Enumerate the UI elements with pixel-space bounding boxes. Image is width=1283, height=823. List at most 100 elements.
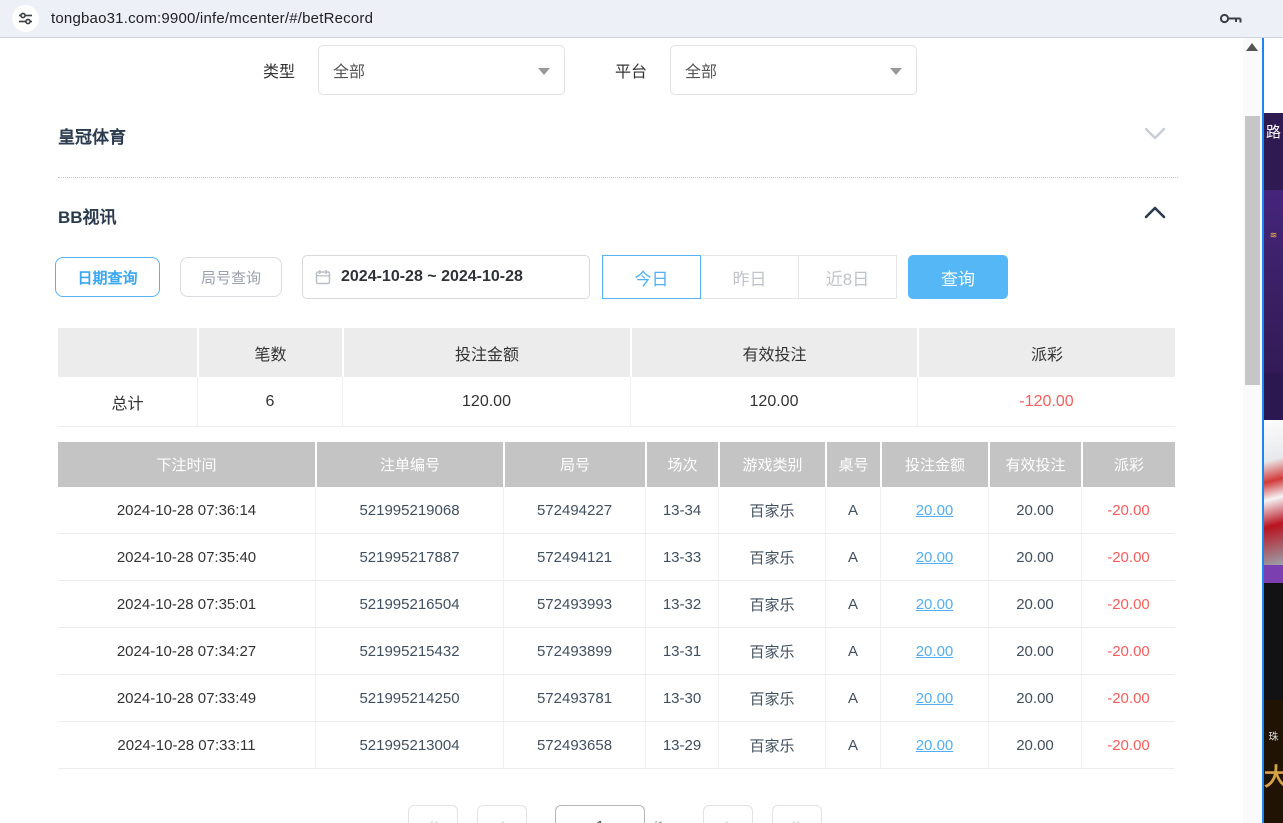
first-page-icon: « <box>427 814 438 823</box>
valid-bet: 20.00 <box>988 487 1081 533</box>
summary-header-cell <box>58 328 197 377</box>
table-number: A <box>825 534 880 580</box>
bet-amount-link[interactable]: 20.00 <box>916 690 954 707</box>
table-number: A <box>825 628 880 674</box>
round-query-tab[interactable]: 局号查询 <box>180 257 282 297</box>
calendar-icon <box>315 269 331 285</box>
session: 13-34 <box>645 487 718 533</box>
summary-bet-amount: 120.00 <box>342 377 630 426</box>
page-body: 类型 全部 平台 全部 皇冠体育 BB视讯 日期查询 局号查询 <box>0 38 1283 823</box>
bet-time: 2024-10-28 07:35:01 <box>58 581 315 627</box>
table-row: 2024-10-28 07:35:01 521995216504 5724939… <box>58 581 1175 628</box>
section-title-bb-video: BB视讯 <box>58 203 117 228</box>
payout: -20.00 <box>1081 628 1175 674</box>
bb-collapse-toggle[interactable] <box>1143 205 1167 224</box>
session: 13-31 <box>645 628 718 674</box>
sliver-purple-block <box>1264 565 1283 583</box>
order-number: 521995215432 <box>315 628 503 674</box>
scrollbar-thumb[interactable] <box>1245 116 1260 385</box>
session: 13-32 <box>645 581 718 627</box>
bet-amount-link[interactable]: 20.00 <box>916 596 954 613</box>
sliver-gold-big-text: 大 <box>1264 757 1283 792</box>
platform-select[interactable]: 全部 <box>670 45 917 95</box>
order-number: 521995213004 <box>315 722 503 768</box>
valid-bet: 20.00 <box>988 534 1081 580</box>
payout: -20.00 <box>1081 487 1175 533</box>
url-text[interactable]: tongbao31.com:9900/infe/mcenter/#/betRec… <box>51 10 373 27</box>
round-number: 572494121 <box>503 534 645 580</box>
site-settings-button[interactable] <box>12 5 39 32</box>
table-header-cell: 场次 <box>645 442 718 487</box>
game-type: 百家乐 <box>718 628 825 674</box>
crown-expand-toggle[interactable] <box>1143 127 1167 146</box>
tune-icon <box>18 11 33 26</box>
bet-amount-link[interactable]: 20.00 <box>916 737 954 754</box>
payout: -20.00 <box>1081 722 1175 768</box>
last-8-days-button[interactable]: 近8日 <box>798 255 897 299</box>
table-row: 2024-10-28 07:33:11 521995213004 5724936… <box>58 722 1175 769</box>
table-number: A <box>825 581 880 627</box>
sliver-blank <box>1264 38 1283 113</box>
date-range-input[interactable]: 2024-10-28 ~ 2024-10-28 <box>302 255 590 299</box>
table-header-cell: 有效投注 <box>988 442 1081 487</box>
search-button[interactable]: 查询 <box>908 255 1008 299</box>
next-page-icon: › <box>725 814 732 823</box>
page-total-label: /1 <box>653 818 665 823</box>
browser-url-bar: tongbao31.com:9900/infe/mcenter/#/betRec… <box>0 0 1283 38</box>
table-row: 2024-10-28 07:33:49 521995214250 5724937… <box>58 675 1175 722</box>
sliver-indigo-block <box>1264 373 1283 420</box>
round-number: 572493993 <box>503 581 645 627</box>
last-page-button[interactable]: » <box>772 805 822 823</box>
background-page-sliver: 路 ≋ 珠 大 <box>1262 38 1283 823</box>
bet-record-content: 类型 全部 平台 全部 皇冠体育 BB视讯 日期查询 局号查询 <box>0 38 1243 823</box>
table-header-row: 下注时间 注单编号 局号 场次 游戏类别 桌号 投注金额 有效投注 派彩 <box>58 442 1175 487</box>
today-button[interactable]: 今日 <box>602 255 701 299</box>
prev-page-icon: ‹ <box>499 814 506 823</box>
table-header-cell: 注单编号 <box>315 442 503 487</box>
session: 13-30 <box>645 675 718 721</box>
type-filter-label: 类型 <box>263 45 295 95</box>
bet-time: 2024-10-28 07:36:14 <box>58 487 315 533</box>
table-header-cell: 局号 <box>503 442 645 487</box>
date-query-tab[interactable]: 日期查询 <box>55 257 160 297</box>
bet-time: 2024-10-28 07:33:49 <box>58 675 315 721</box>
bet-amount-link[interactable]: 20.00 <box>916 643 954 660</box>
payout: -20.00 <box>1081 675 1175 721</box>
first-page-button[interactable]: « <box>408 805 458 823</box>
prev-page-button[interactable]: ‹ <box>477 805 527 823</box>
summary-table: 笔数 投注金额 有效投注 派彩 总计 6 120.00 120.00 -120.… <box>58 328 1175 427</box>
game-type: 百家乐 <box>718 675 825 721</box>
scroll-up-icon[interactable] <box>1246 43 1258 51</box>
game-type: 百家乐 <box>718 581 825 627</box>
round-number: 572493781 <box>503 675 645 721</box>
table-row: 2024-10-28 07:35:40 521995217887 5724941… <box>58 534 1175 581</box>
summary-total-label: 总计 <box>58 377 197 426</box>
section-title-crown-sports: 皇冠体育 <box>58 123 126 148</box>
game-type: 百家乐 <box>718 722 825 768</box>
session: 13-29 <box>645 722 718 768</box>
session: 13-33 <box>645 534 718 580</box>
page-number-input[interactable] <box>555 805 645 823</box>
yesterday-button[interactable]: 昨日 <box>700 255 799 299</box>
next-page-button[interactable]: › <box>703 805 753 823</box>
summary-header-cell: 有效投注 <box>630 328 917 377</box>
type-select[interactable]: 全部 <box>318 45 565 95</box>
valid-bet: 20.00 <box>988 722 1081 768</box>
bet-amount-link[interactable]: 20.00 <box>916 502 954 519</box>
platform-select-value: 全部 <box>685 58 717 82</box>
table-header-cell: 游戏类别 <box>718 442 825 487</box>
table-number: A <box>825 722 880 768</box>
sliver-character-art <box>1264 420 1283 565</box>
sliver-game-art: ≋ <box>1264 190 1283 373</box>
bet-amount-link[interactable]: 20.00 <box>916 549 954 566</box>
round-number: 572494227 <box>503 487 645 533</box>
summary-valid-bet: 120.00 <box>630 377 917 426</box>
valid-bet: 20.00 <box>988 581 1081 627</box>
key-icon <box>1219 11 1243 26</box>
sliver-black-block <box>1264 583 1283 700</box>
type-select-value: 全部 <box>333 58 365 82</box>
password-manager-button[interactable] <box>1219 11 1243 26</box>
bet-time: 2024-10-28 07:33:11 <box>58 722 315 768</box>
summary-header-cell: 派彩 <box>917 328 1175 377</box>
vertical-scrollbar[interactable] <box>1243 38 1262 823</box>
